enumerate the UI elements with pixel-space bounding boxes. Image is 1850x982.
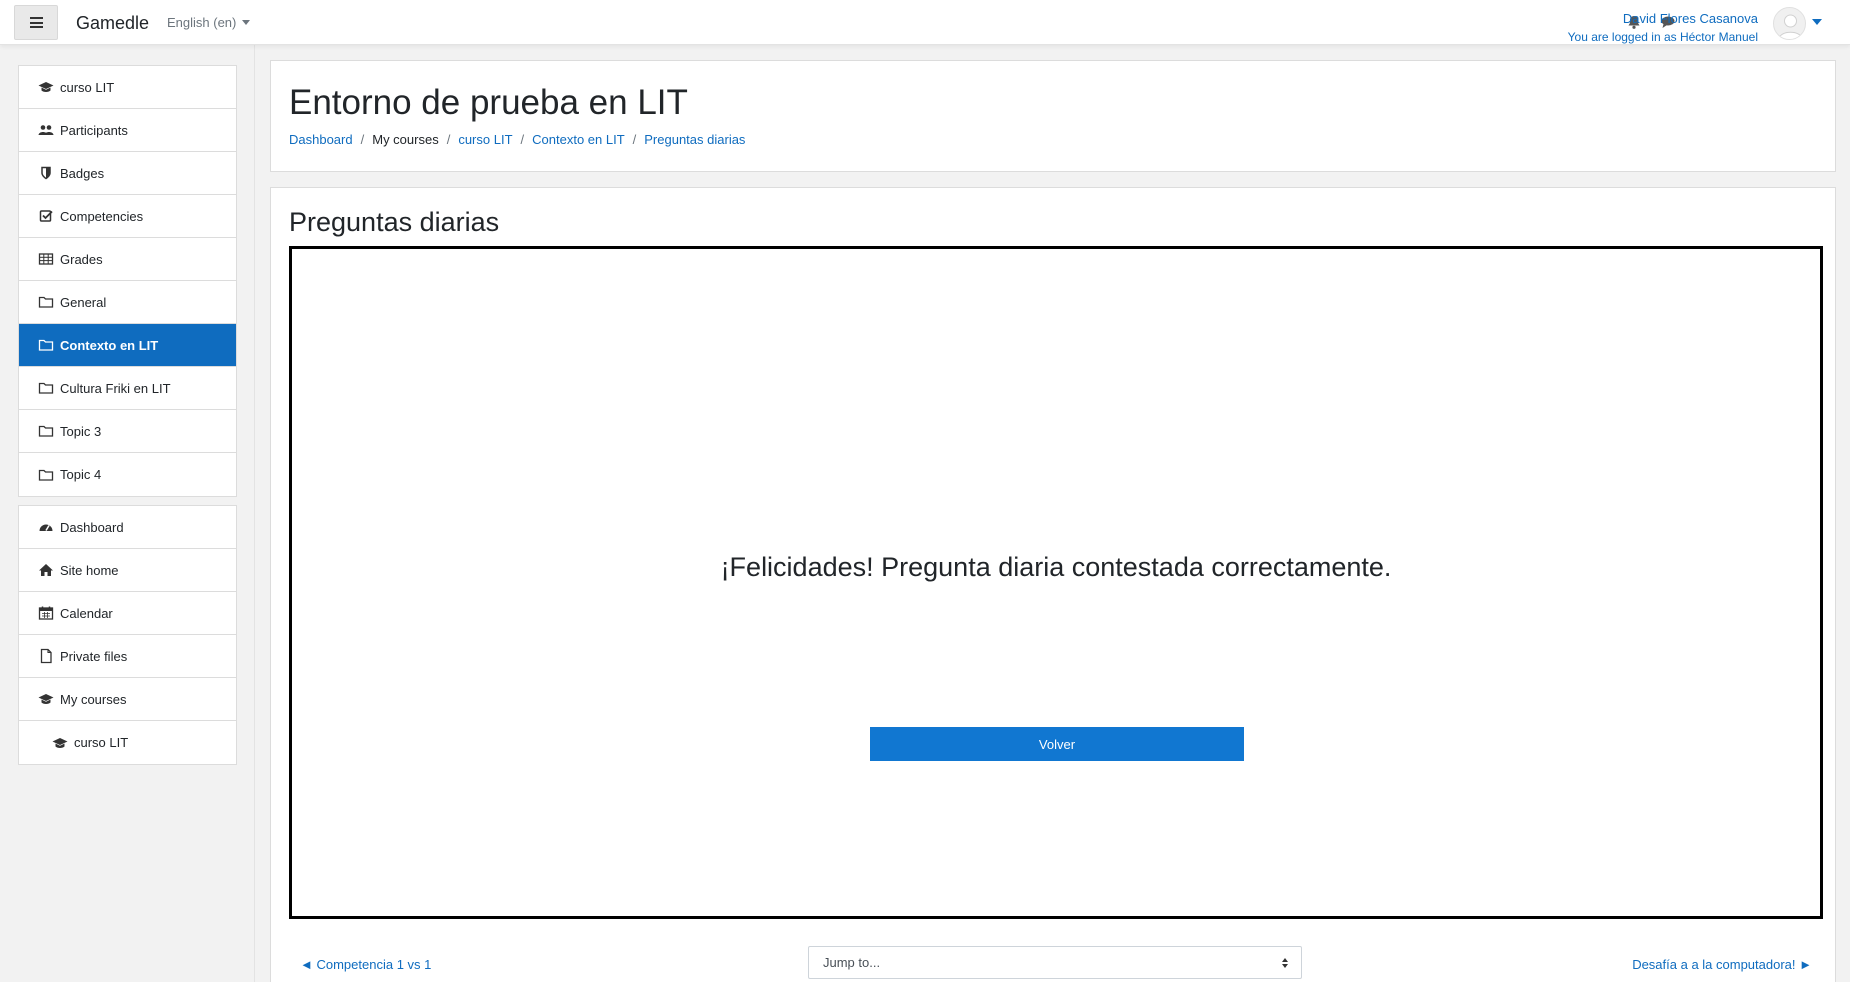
nav-item-topic-3[interactable]: Topic 3 (19, 410, 236, 453)
menu-toggle-button[interactable] (14, 5, 58, 40)
nav-item-site-home[interactable]: Site home (19, 549, 236, 592)
nav-item-curso-lit[interactable]: curso LIT (19, 66, 236, 109)
nav-item-private-files[interactable]: Private files (19, 635, 236, 678)
jump-to-select[interactable]: Jump to... (808, 946, 1302, 979)
graduation-cap-icon (38, 691, 54, 707)
page-header: Entorno de prueba en LIT Dashboard / My co… (270, 60, 1836, 172)
breadcrumb-dashboard[interactable]: Dashboard (289, 132, 353, 147)
site-nav-list: Dashboard Site home Calendar Private fil… (18, 505, 237, 765)
user-avatar-icon (1778, 14, 1803, 39)
folder-icon (38, 337, 54, 353)
breadcrumb-separator: / (446, 132, 451, 147)
section-title: Preguntas diarias (289, 207, 500, 237)
check-square-icon (38, 208, 54, 224)
jump-to-label: Jump to... (823, 955, 881, 970)
nav-item-label: Dashboard (60, 519, 124, 535)
volver-button[interactable]: Volver (870, 727, 1244, 761)
top-navbar: Gamedle English (en) David Flores Casano… (0, 0, 1850, 45)
nav-item-label: curso LIT (60, 79, 115, 95)
breadcrumb-separator: / (360, 132, 365, 147)
page-title: Entorno de prueba en LIT (289, 83, 688, 122)
nav-item-label: Grades (60, 251, 103, 267)
file-icon (38, 648, 54, 664)
calendar-icon (38, 605, 54, 621)
logged-in-as[interactable]: You are logged in as Héctor Manuel (1568, 30, 1758, 44)
nav-item-calendar[interactable]: Calendar (19, 592, 236, 635)
breadcrumb-separator: / (632, 132, 637, 147)
nav-item-label: curso LIT (74, 735, 129, 750)
graduation-cap-icon (38, 79, 54, 95)
dashboard-icon (38, 519, 54, 535)
language-menu[interactable]: English (en) (167, 15, 251, 30)
nav-item-label: Cultura Friki en LIT (60, 380, 171, 396)
breadcrumb-separator: / (520, 132, 525, 147)
folder-icon (38, 467, 54, 483)
nav-item-label: Topic 3 (60, 423, 102, 439)
nav-item-label: General (60, 294, 107, 310)
next-activity-link[interactable]: Desafía a a la computadora! ► (1632, 957, 1812, 972)
nav-item-label: Contexto en LIT (60, 337, 159, 353)
nav-drawer: curso LIT Participants Badges Competenci… (0, 45, 255, 982)
select-arrows-icon (1282, 958, 1288, 968)
nav-item-badges[interactable]: Badges (19, 152, 236, 195)
language-label: English (en) (167, 15, 237, 30)
shield-icon (38, 165, 54, 181)
folder-icon (38, 423, 54, 439)
course-nav-list: curso LIT Participants Badges Competenci… (18, 65, 237, 497)
home-icon (38, 562, 54, 578)
success-message: ¡Felicidades! Pregunta diaria contestada… (720, 552, 1392, 582)
activity-frame: ¡Felicidades! Pregunta diaria contestada… (289, 246, 1823, 919)
folder-icon (38, 380, 54, 396)
main-content: Preguntas diarias ¡Felicidades! Pregunta… (270, 187, 1836, 982)
user-name[interactable]: David Flores Casanova (1623, 11, 1758, 26)
nav-item-label: Badges (60, 165, 105, 181)
breadcrumb-preguntas-diarias[interactable]: Preguntas diarias (644, 132, 745, 147)
graduation-cap-icon (52, 735, 68, 751)
breadcrumb: Dashboard / My courses / curso LIT / Contexto … (289, 132, 745, 147)
users-icon (38, 122, 54, 138)
avatar[interactable] (1773, 7, 1806, 40)
nav-item-label: My courses (60, 691, 127, 707)
nav-item-participants[interactable]: Participants (19, 109, 236, 152)
chevron-down-icon (242, 20, 251, 25)
user-menu-chevron-icon[interactable] (1812, 19, 1822, 25)
nav-item-label: Site home (60, 562, 119, 578)
nav-item-label: Calendar (60, 605, 113, 621)
nav-item-dashboard[interactable]: Dashboard (19, 506, 236, 549)
nav-item-label: Private files (60, 648, 128, 664)
hamburger-icon (29, 17, 43, 28)
breadcrumb-my-courses: My courses (372, 132, 439, 147)
nav-item-cultura-friki[interactable]: Cultura Friki en LIT (19, 367, 236, 410)
nav-item-label: Topic 4 (60, 467, 102, 482)
nav-item-my-courses-curso-lit[interactable]: curso LIT (19, 721, 236, 764)
nav-item-contexto-en-lit[interactable]: Contexto en LIT (19, 324, 236, 367)
nav-item-label: Participants (60, 122, 128, 138)
prev-activity-link[interactable]: ◄ Competencia 1 vs 1 (300, 957, 431, 972)
nav-item-label: Competencies (60, 208, 144, 224)
nav-item-topic-4[interactable]: Topic 4 (19, 453, 236, 496)
nav-item-competencies[interactable]: Competencies (19, 195, 236, 238)
nav-item-my-courses[interactable]: My courses (19, 678, 236, 721)
nav-item-grades[interactable]: Grades (19, 238, 236, 281)
site-brand[interactable]: Gamedle (76, 13, 149, 34)
table-icon (38, 251, 54, 267)
folder-icon (38, 294, 54, 310)
breadcrumb-contexto-en-lit[interactable]: Contexto en LIT (532, 132, 625, 147)
breadcrumb-curso-lit[interactable]: curso LIT (458, 132, 512, 147)
nav-item-general[interactable]: General (19, 281, 236, 324)
